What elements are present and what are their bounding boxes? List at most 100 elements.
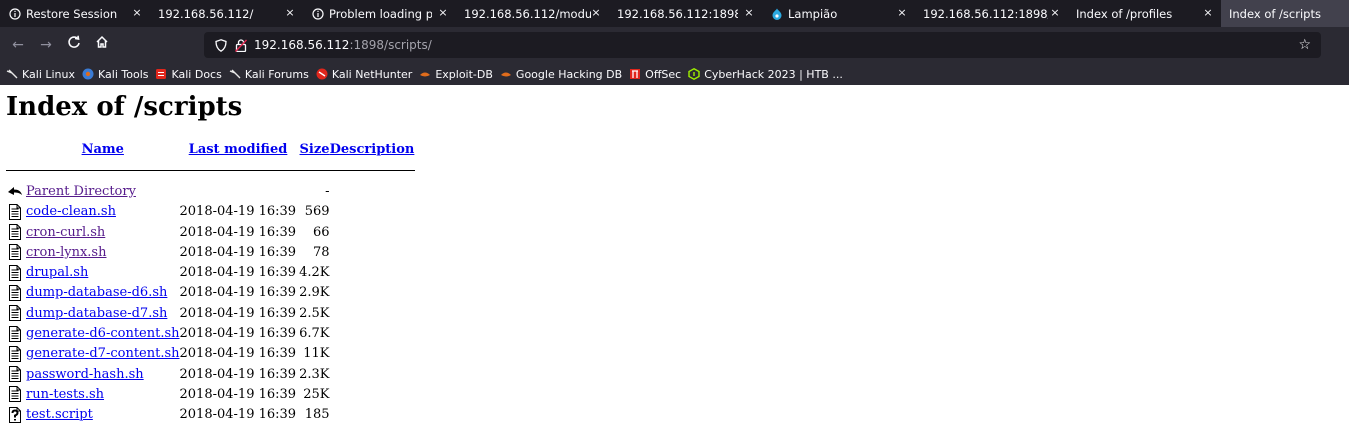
- size-cell: 2.9K: [299, 285, 330, 301]
- description-cell: [330, 364, 415, 384]
- reload-button[interactable]: [64, 35, 84, 55]
- bookmark-kali-nethunter[interactable]: Kali NetHunter: [316, 67, 413, 81]
- tab-robots[interactable]: 192.168.56.112:1898/robots.txt ×: [609, 0, 762, 27]
- sort-by-description-link[interactable]: Description: [330, 142, 415, 157]
- tab-close-icon[interactable]: ×: [742, 6, 756, 20]
- tab-label: Problem loading page: [329, 6, 432, 21]
- home-icon: [96, 35, 108, 48]
- file-link[interactable]: generate-d7-content.sh: [26, 346, 180, 361]
- tab-ip-root[interactable]: 192.168.56.112/ ×: [150, 0, 303, 27]
- url-bar[interactable]: 192.168.56.112:1898/scripts/ ☆: [204, 32, 1321, 58]
- bookmark-label: Kali Docs: [171, 67, 222, 81]
- table-row: code-clean.sh 2018-04-19 16:39 569: [6, 202, 415, 222]
- name-cell: dump-database-d7.sh: [26, 303, 180, 323]
- icon-cell: [6, 344, 26, 364]
- file-link[interactable]: generate-d6-content.sh: [26, 326, 180, 341]
- insecure-lock-icon[interactable]: [234, 38, 248, 52]
- bookmark-kali-forums[interactable]: Kali Forums: [229, 68, 309, 81]
- file-link[interactable]: cron-lynx.sh: [26, 245, 106, 260]
- tracking-protection-icon[interactable]: [214, 38, 228, 52]
- kali-forums-icon: [229, 68, 241, 80]
- file-link[interactable]: dump-database-d6.sh: [26, 285, 167, 300]
- tab-close-icon[interactable]: ×: [436, 6, 450, 20]
- file-link[interactable]: dump-database-d7.sh: [26, 306, 167, 321]
- file-link[interactable]: cron-curl.sh: [26, 225, 105, 240]
- directory-listing-table: Name Last modified Size Description Pare…: [6, 141, 415, 425]
- size-cell: -: [325, 183, 330, 199]
- bookmark-star-icon[interactable]: ☆: [1298, 37, 1311, 53]
- bookmark-google-hacking-db[interactable]: Google Hacking DB: [500, 68, 622, 81]
- drupal-icon: [770, 7, 783, 20]
- tab-close-icon[interactable]: ×: [1201, 6, 1215, 20]
- modified-cell: 2018-04-19 16:39: [179, 326, 297, 342]
- kali-docs-icon: [155, 68, 167, 80]
- kali-tools-icon: [82, 68, 94, 80]
- text-file-icon: [9, 244, 21, 261]
- header-separator-row: [6, 157, 415, 177]
- bookmark-offsec[interactable]: OffSec: [629, 68, 681, 81]
- parent-directory-link[interactable]: Parent Directory: [26, 184, 136, 199]
- table-row: generate-d6-content.sh 2018-04-19 16:39 6.…: [6, 323, 415, 343]
- tab-lampiao[interactable]: Lampião ×: [762, 0, 915, 27]
- tab-label: Index of /scripts: [1229, 6, 1321, 21]
- name-cell: code-clean.sh: [26, 202, 180, 222]
- tab-close-icon[interactable]: ×: [283, 6, 297, 20]
- bookmark-kali-linux[interactable]: Kali Linux: [6, 68, 75, 81]
- sort-by-size-link[interactable]: Size: [300, 142, 330, 157]
- tab-scripts[interactable]: Index of /scripts: [1221, 0, 1349, 27]
- tab-modules-1898[interactable]: 192.168.56.112:1898/modules ×: [915, 0, 1068, 27]
- tab-modules[interactable]: 192.168.56.112/modules ×: [456, 0, 609, 27]
- file-link[interactable]: code-clean.sh: [26, 204, 116, 219]
- forward-button[interactable]: →: [36, 35, 56, 55]
- url-text[interactable]: 192.168.56.112:1898/scripts/: [254, 38, 432, 52]
- file-link[interactable]: run-tests.sh: [26, 387, 104, 402]
- name-cell: generate-d7-content.sh: [26, 344, 180, 364]
- tab-restore-session[interactable]: Restore Session ×: [0, 0, 150, 27]
- bookmark-kali-tools[interactable]: Kali Tools: [82, 68, 148, 81]
- kali-icon: [6, 68, 18, 80]
- bookmark-label: Kali Forums: [244, 67, 309, 81]
- bookmark-exploit-db[interactable]: Exploit-DB: [419, 68, 493, 81]
- tab-close-icon[interactable]: ×: [1048, 6, 1062, 20]
- back-button[interactable]: ←: [8, 35, 28, 55]
- sort-by-modified-link[interactable]: Last modified: [189, 142, 288, 157]
- bookmark-label: Kali Linux: [22, 67, 76, 81]
- url-path: :1898/scripts/: [349, 38, 432, 52]
- bookmark-kali-docs[interactable]: Kali Docs: [155, 67, 222, 81]
- size-cell: 2.3K: [299, 366, 330, 382]
- name-cell: Parent Directory: [26, 181, 180, 201]
- url-host: 192.168.56.112: [254, 38, 350, 52]
- modified-cell: 2018-04-19 16:39: [179, 366, 297, 382]
- size-cell: 66: [312, 224, 330, 240]
- icon-cell: [6, 323, 26, 343]
- bookmark-label: Kali NetHunter: [331, 67, 413, 81]
- file-link[interactable]: drupal.sh: [26, 265, 88, 280]
- description-cell: [330, 323, 415, 343]
- tab-close-icon[interactable]: ×: [589, 6, 603, 20]
- tab-close-icon[interactable]: ×: [130, 6, 144, 20]
- bookmarks-toolbar: Kali Linux Kali Tools Kali Docs Kali For…: [0, 63, 1349, 85]
- bookmark-label: OffSec: [645, 67, 682, 81]
- navigation-toolbar: ← → 192.168.56.112:1898/scripts/ ☆: [0, 27, 1349, 63]
- name-cell: password-hash.sh: [26, 364, 180, 384]
- home-button[interactable]: [92, 35, 112, 55]
- text-file-icon: [9, 264, 21, 281]
- page-content: Index of /scripts Name Last modified Siz…: [0, 85, 1349, 425]
- tab-label: 192.168.56.112/: [158, 6, 254, 21]
- file-link[interactable]: password-hash.sh: [26, 367, 144, 382]
- sort-by-name-link[interactable]: Name: [82, 142, 124, 157]
- tab-close-icon[interactable]: ×: [895, 6, 909, 20]
- tab-label: Index of /profiles: [1076, 6, 1173, 21]
- tab-profiles[interactable]: Index of /profiles ×: [1068, 0, 1221, 27]
- tab-label: 192.168.56.112:1898/modules: [923, 6, 1048, 21]
- file-link[interactable]: test.script: [26, 407, 93, 422]
- name-cell: cron-lynx.sh: [26, 242, 180, 262]
- description-cell: [330, 262, 415, 282]
- ghdb-icon: [500, 68, 512, 80]
- icon-cell: [6, 364, 26, 384]
- modified-cell: 2018-04-19 16:39: [179, 346, 297, 362]
- bookmark-cyberhack-htb[interactable]: CyberHack 2023 | HTB ...: [688, 68, 843, 81]
- icon-cell: [6, 202, 26, 222]
- tab-problem-loading[interactable]: Problem loading page ×: [303, 0, 456, 27]
- text-file-icon: [9, 305, 21, 322]
